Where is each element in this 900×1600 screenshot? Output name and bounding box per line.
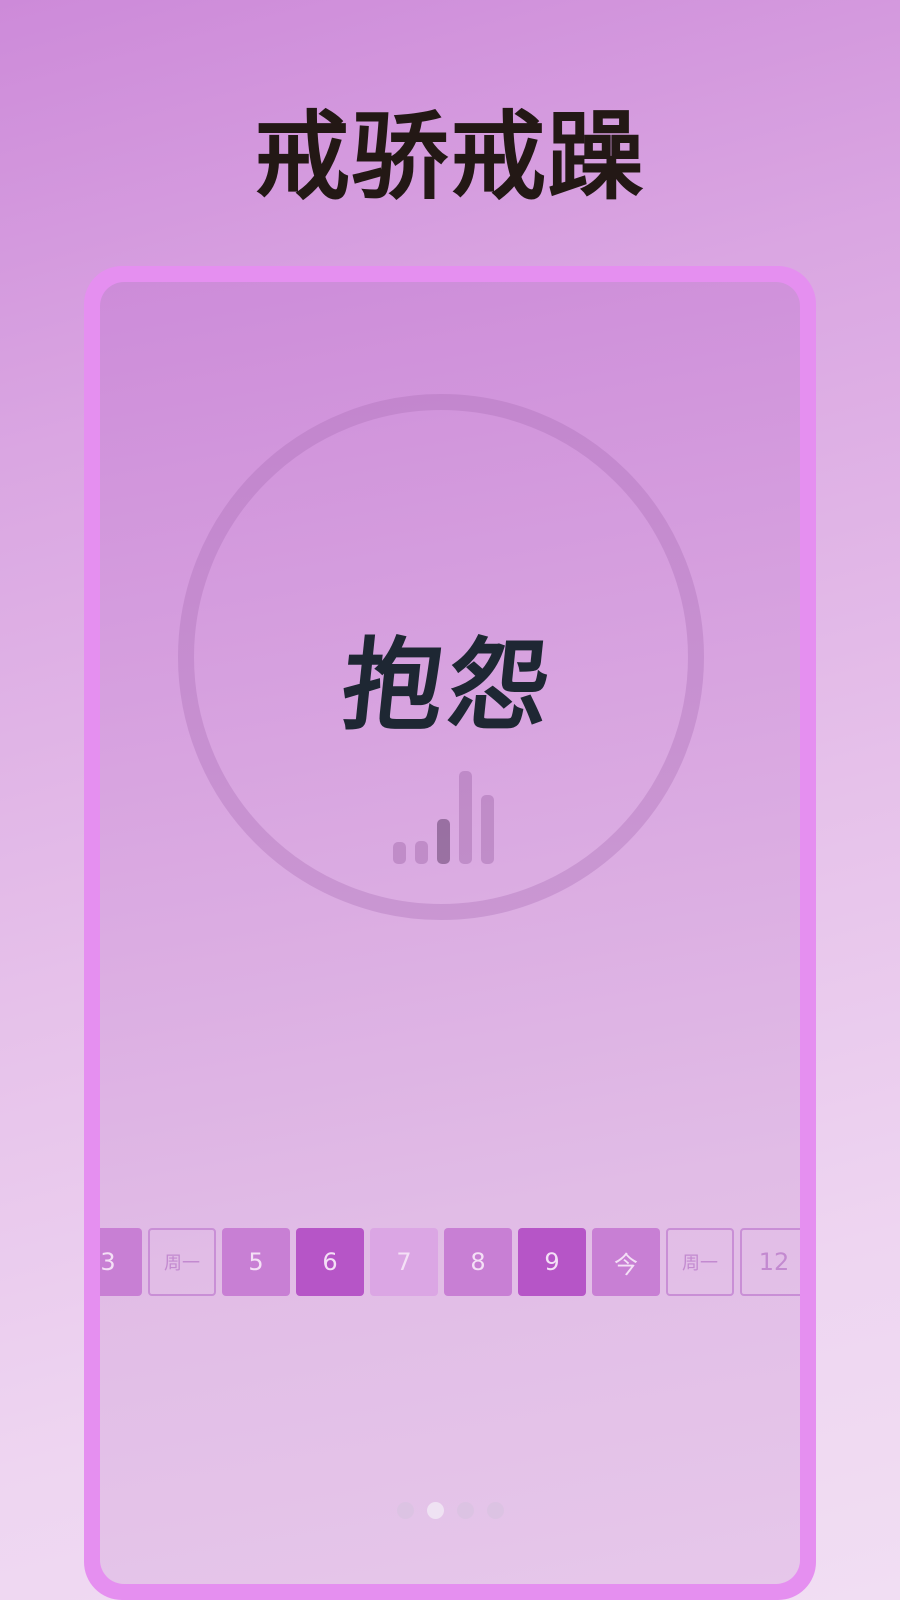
day-cell-3[interactable]: 6: [296, 1228, 364, 1296]
page-dot-2[interactable]: [426, 1502, 444, 1519]
day-cell-4[interactable]: 7: [370, 1228, 438, 1296]
day-cell-5[interactable]: 8: [444, 1228, 512, 1296]
day-cell-2[interactable]: 5: [222, 1228, 290, 1296]
day-cell-1[interactable]: 周一: [148, 1228, 216, 1296]
phone-frame: 抱怨 3 周一 5 6 7 8 9 今 周一 12: [84, 266, 816, 1600]
emotion-word: 抱怨: [336, 626, 562, 744]
day-cell-9[interactable]: 12: [740, 1228, 800, 1296]
phone-screen: 抱怨 3 周一 5 6 7 8 9 今 周一 12: [100, 282, 800, 1584]
page-dot-3[interactable]: [456, 1502, 474, 1519]
page-dot-1[interactable]: [396, 1502, 414, 1519]
page-indicator: [100, 1502, 800, 1519]
day-cell-0[interactable]: 3: [100, 1228, 142, 1296]
headline: 戒骄戒躁: [254, 101, 646, 213]
day-strip: 3 周一 5 6 7 8 9 今 周一 12: [100, 1228, 800, 1296]
day-cell-today[interactable]: 今: [592, 1228, 660, 1296]
page-dot-4[interactable]: [486, 1502, 504, 1519]
day-cell-6[interactable]: 9: [518, 1228, 586, 1296]
day-cell-8[interactable]: 周一: [666, 1228, 734, 1296]
